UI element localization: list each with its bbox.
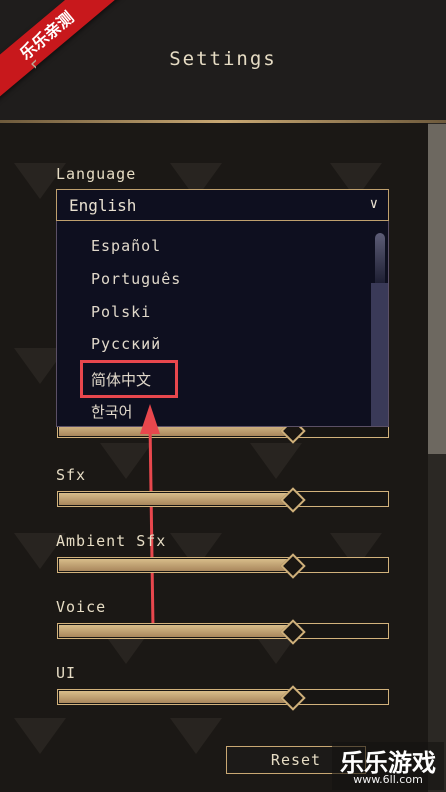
slider-fill — [59, 559, 293, 571]
slider-fill — [59, 691, 293, 703]
slider-fill — [59, 493, 293, 505]
ambient-sfx-slider[interactable] — [57, 553, 389, 579]
sfx-slider[interactable] — [57, 487, 389, 513]
ui-slider[interactable] — [57, 685, 389, 711]
slider-fill — [59, 625, 293, 637]
sfx-label: Sfx — [56, 466, 87, 484]
watermark-url: www.6ll.com — [353, 773, 423, 786]
ui-label: UI — [56, 664, 77, 682]
voice-slider[interactable] — [57, 619, 389, 645]
voice-label: Voice — [56, 598, 107, 616]
ambient-sfx-label: Ambient Sfx — [56, 532, 167, 550]
